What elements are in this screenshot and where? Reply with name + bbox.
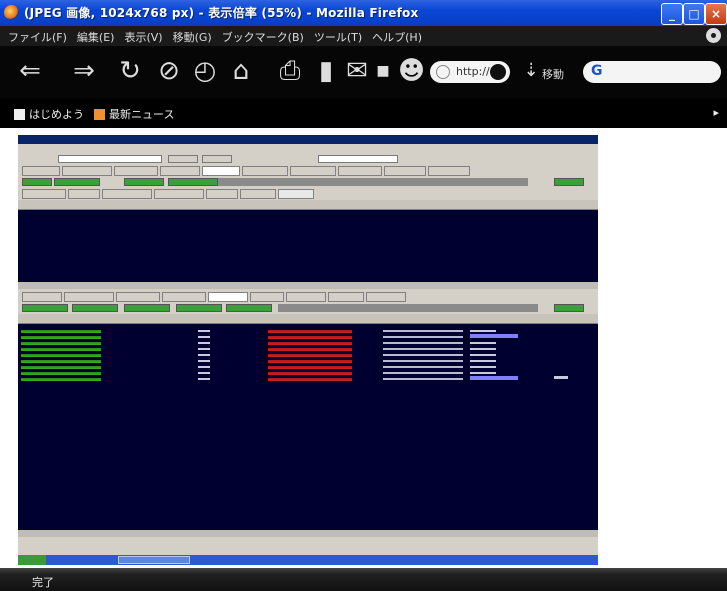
stop-icon[interactable]: ⊘ <box>154 56 184 86</box>
minimize-button[interactable]: _ <box>661 3 683 25</box>
menu-view[interactable]: 表示(V) <box>124 29 162 45</box>
image-subtab-row <box>18 189 598 199</box>
image-white-rows <box>383 328 463 384</box>
globe-icon <box>436 65 450 79</box>
image-white-rows <box>554 376 568 379</box>
go-label[interactable]: 移動 <box>542 66 564 82</box>
forward-icon[interactable]: ⇒ <box>66 56 102 86</box>
back-icon[interactable]: ⇐ <box>10 56 50 86</box>
bookmarks-toolbar: はじめよう 最新ニュース ▸ <box>0 98 727 128</box>
history-icon[interactable]: ◴ <box>190 56 220 86</box>
firefox-icon <box>4 5 19 20</box>
image-scrollbar-lower <box>18 530 598 537</box>
menu-bookmarks[interactable]: ブックマーク(B) <box>222 29 304 45</box>
new-window-icon[interactable]: ■ <box>372 56 394 86</box>
chevron-right-icon[interactable]: ▸ <box>713 106 719 119</box>
image-menubar <box>18 144 598 152</box>
image-taskbar-item <box>118 556 190 564</box>
image-progress-bar <box>470 376 518 380</box>
menu-help[interactable]: ヘルプ(H) <box>372 29 422 45</box>
bookmark-getting-started[interactable]: はじめよう <box>14 106 84 122</box>
mail-icon[interactable]: ✉ <box>344 56 370 86</box>
go-arrow-icon[interactable]: ⇣ <box>523 56 539 86</box>
smiley-icon[interactable]: ☻ <box>398 56 425 86</box>
window-titlebar: (JPEG 画像, 1024x768 px) - 表示倍率 (55%) - Mo… <box>0 0 727 26</box>
image-titlebar <box>18 135 598 144</box>
print-icon[interactable]: ⎙ <box>275 56 305 86</box>
image-start-button <box>18 555 46 565</box>
menu-bar: ファイル(F) 編集(E) 表示(V) 移動(G) ブックマーク(B) ツール(… <box>0 26 727 46</box>
bookmark-icon[interactable]: ▮ <box>313 56 339 86</box>
image-scrollbar <box>18 282 598 289</box>
menu-file[interactable]: ファイル(F) <box>8 29 67 45</box>
bookmark-latest-news[interactable]: 最新ニュース <box>94 106 174 122</box>
home-icon[interactable]: ⌂ <box>226 56 256 86</box>
rss-icon <box>94 109 105 120</box>
google-icon: G <box>591 63 603 79</box>
status-text: 完了 <box>32 576 54 589</box>
image-white-rows <box>198 328 210 384</box>
image-dark-panel-top <box>18 210 598 282</box>
status-bar: 完了 <box>0 568 727 591</box>
navigation-toolbar: ⇐ ⇒ ↻ ⊘ ◴ ⌂ ⎙ ▮ ✉ ■ ☻ http:// ⇣ 移動 G <box>0 46 727 98</box>
search-field[interactable]: G <box>583 61 721 83</box>
url-field[interactable]: http:// <box>430 61 510 83</box>
image-button <box>168 155 198 163</box>
window-title: (JPEG 画像, 1024x768 px) - 表示倍率 (55%) - Mo… <box>24 6 419 20</box>
image-input <box>58 155 162 163</box>
throbber-icon <box>706 28 721 43</box>
jpeg-image <box>18 135 598 565</box>
menu-tools[interactable]: ツール(T) <box>314 29 362 45</box>
image-address-row <box>18 154 598 165</box>
image-button <box>202 155 232 163</box>
image-column-header <box>18 200 598 210</box>
image-button-row-lower <box>18 303 598 314</box>
image-tab-row-lower <box>18 292 598 302</box>
image-statusbar <box>18 539 598 553</box>
image-input <box>318 155 398 163</box>
menu-edit[interactable]: 編集(E) <box>77 29 115 45</box>
image-button-row <box>18 177 598 188</box>
image-dark-panel-bottom <box>18 324 598 530</box>
bookmark-label: はじめよう <box>29 108 84 121</box>
image-taskbar <box>18 555 598 565</box>
image-red-rows <box>268 328 352 384</box>
reload-icon[interactable]: ↻ <box>115 56 145 86</box>
bookmark-label: 最新ニュース <box>109 108 175 121</box>
image-column-header-lower <box>18 314 598 324</box>
page-icon <box>14 109 25 120</box>
image-tab-row <box>18 166 598 176</box>
maximize-button[interactable]: □ <box>683 3 705 25</box>
image-progress-bar <box>470 334 518 338</box>
menu-go[interactable]: 移動(G) <box>173 29 212 45</box>
image-green-rows <box>21 328 101 384</box>
url-text: http:// <box>456 65 490 78</box>
go-icon[interactable] <box>490 64 506 80</box>
close-button[interactable]: × <box>705 3 727 25</box>
